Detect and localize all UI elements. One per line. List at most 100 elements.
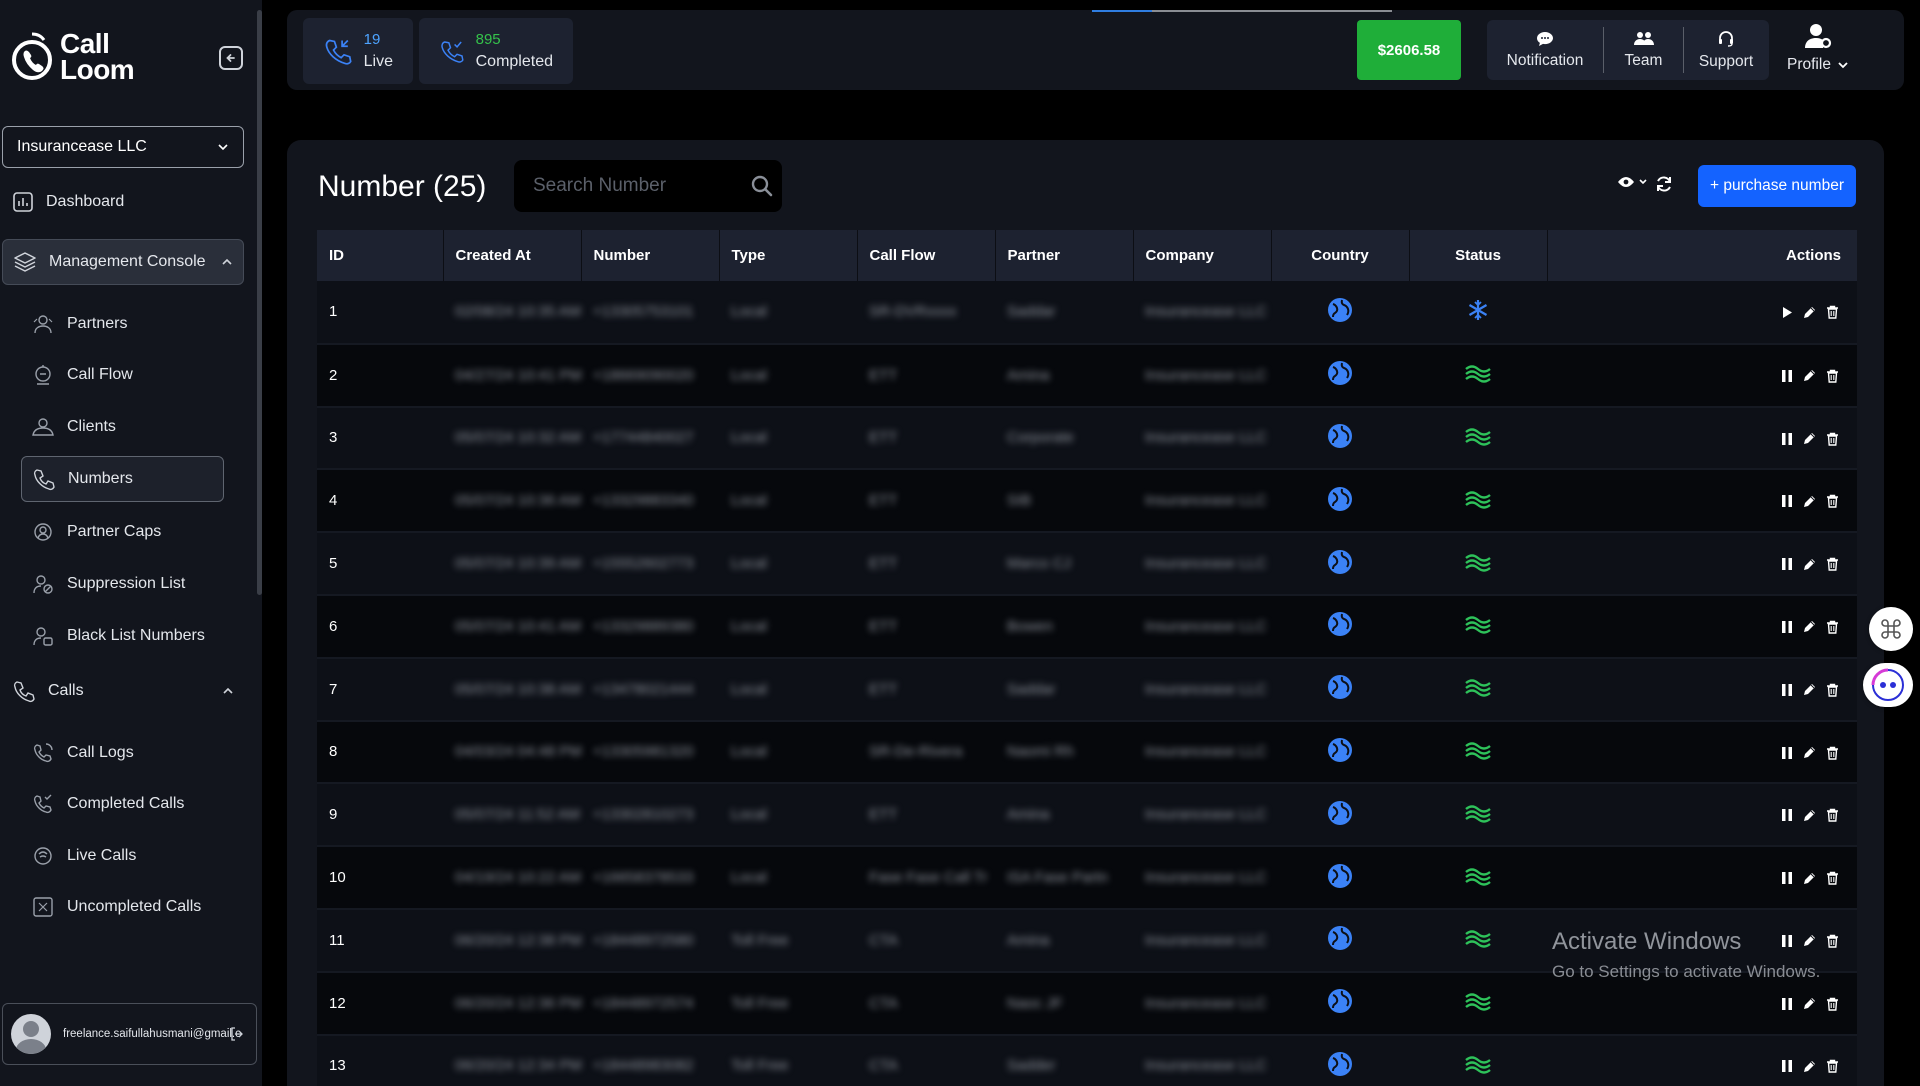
edit-icon[interactable] [1802,557,1817,572]
nav-call-flow[interactable]: Call Flow [31,363,133,387]
assistant-fab-button[interactable] [1863,663,1913,707]
column-header[interactable]: Country [1271,230,1410,281]
edit-icon[interactable] [1802,996,1817,1011]
column-header[interactable]: Created At [443,230,582,281]
delete-icon[interactable] [1826,557,1839,571]
delete-icon[interactable] [1826,369,1839,383]
suppression-list-icon [33,575,53,594]
pause-icon[interactable] [1781,746,1793,760]
pause-icon[interactable] [1781,432,1793,446]
cell-number: +13329889380 [581,594,719,659]
column-visibility-toggle[interactable] [1617,176,1648,188]
delete-icon[interactable] [1826,683,1839,697]
nav-completed-calls[interactable]: Completed Calls [31,792,184,816]
nav-group-calls[interactable]: Calls [2,668,244,714]
column-header[interactable]: Status [1409,230,1548,281]
pause-icon[interactable] [1781,620,1793,634]
call-flow-icon [35,365,51,385]
delete-icon[interactable] [1826,432,1839,446]
notification-button[interactable]: Notification [1487,20,1603,80]
cell-partner-value: Naoc JF [1007,994,1063,1012]
edit-icon[interactable] [1802,494,1817,509]
table-row[interactable]: 8 04/03/24 04:48 PM +13305981320 Local SR-De… [317,720,1857,785]
delete-icon[interactable] [1826,1059,1839,1074]
edit-icon[interactable] [1802,305,1817,320]
completed-calls-stat[interactable]: 895 Completed [419,18,573,84]
table-row[interactable]: 5 05/07/24 10:39 AM +15552602773 Local ETT Ma… [317,532,1857,596]
table-row[interactable]: 1 02/08/24 10:35 AM +13305753101 Local SR-DV… [317,281,1857,345]
play-icon[interactable] [1781,306,1793,319]
table-row[interactable]: 13 06/20/24 12:34 PM +18448983082 Toll Free… [317,1034,1857,1086]
edit-icon[interactable] [1802,871,1817,886]
user-card[interactable]: freelance.saifullahusmani@gmail.com [2,1003,257,1065]
pause-icon[interactable] [1781,494,1793,508]
company-select[interactable]: Insurancease LLC [2,126,244,168]
nav-group-management-console[interactable]: Management Console [2,239,244,285]
nav-partners[interactable]: Partners [31,312,127,336]
delete-icon[interactable] [1826,808,1839,822]
live-calls-stat[interactable]: 19 Live [303,18,413,84]
delete-icon[interactable] [1826,305,1839,320]
nav-live-calls[interactable]: Live Calls [31,844,136,868]
collapse-sidebar-button[interactable] [219,46,243,70]
column-header[interactable]: ID [317,230,444,281]
search-input[interactable] [514,160,744,212]
table-row[interactable]: 2 04/27/24 10:41 PM +18669090020 Local ETT Am… [317,343,1857,408]
balance-button[interactable]: $2606.58 [1357,20,1461,80]
table-row[interactable]: 7 05/07/24 10:38 AM +13478021444 Local ETT Sa… [317,657,1857,722]
table-row[interactable]: 10 04/19/24 10:22 AM +16658378533 Local Fase… [317,846,1857,910]
pause-icon[interactable] [1781,557,1793,571]
profile-menu[interactable]: Profile [1787,22,1849,74]
support-button[interactable]: Support [1684,20,1768,80]
phone-icon [13,681,35,703]
search-box[interactable] [514,160,782,212]
table-row[interactable]: 3 05/07/24 10:32 AM +17744840027 Local ETT Co… [317,406,1857,471]
table-row[interactable]: 9 05/07/24 11:52 AM +13302810273 Local ETT Am… [317,783,1857,848]
nav-numbers[interactable]: Numbers [21,456,224,502]
edit-icon[interactable] [1802,1059,1817,1074]
nav-dashboard[interactable]: Dashboard [12,191,124,213]
brand-logo[interactable]: Call Loom [10,30,135,84]
column-header[interactable]: Number [581,230,720,281]
search-icon[interactable] [751,175,773,197]
edit-icon[interactable] [1802,682,1817,697]
nav-black-list-numbers[interactable]: Black List Numbers [31,624,205,648]
edit-icon[interactable] [1802,368,1817,383]
table-row[interactable]: 6 05/07/24 10:41 AM +13329889380 Local ETT Bo… [317,594,1857,659]
column-header[interactable]: Call Flow [857,230,996,281]
nav-call-logs[interactable]: Call Logs [31,741,134,765]
nav-suppression-list[interactable]: Suppression List [31,572,185,596]
column-header[interactable]: Company [1133,230,1272,281]
cell-status [1409,846,1547,910]
column-header[interactable]: Partner [995,230,1134,281]
delete-icon[interactable] [1826,871,1839,885]
pause-icon[interactable] [1781,871,1793,885]
team-button[interactable]: Team [1604,20,1683,80]
pause-icon[interactable] [1781,683,1793,697]
sidebar-scroll-thumb[interactable] [257,10,262,595]
apps-fab-button[interactable] [1869,607,1913,651]
delete-icon[interactable] [1826,934,1839,948]
nav-clients[interactable]: Clients [31,415,116,439]
delete-icon[interactable] [1826,997,1839,1011]
purchase-number-button[interactable]: + purchase number [1698,165,1856,207]
edit-icon[interactable] [1802,431,1817,446]
table-row[interactable]: 4 05/07/24 10:36 AM +13329883340 Local ETT SI… [317,469,1857,534]
edit-icon[interactable] [1802,745,1817,760]
pause-icon[interactable] [1781,369,1793,383]
edit-icon[interactable] [1802,619,1817,634]
nav-uncompleted-calls[interactable]: Uncompleted Calls [31,895,201,919]
pause-icon[interactable] [1781,1059,1793,1073]
logout-icon[interactable] [229,1026,245,1042]
refresh-icon[interactable] [1654,174,1674,194]
delete-icon[interactable] [1826,746,1839,760]
cell-created-at: 05/07/24 10:32 AM [443,406,581,471]
nav-partner-caps[interactable]: Partner Caps [31,520,161,544]
pause-icon[interactable] [1781,997,1793,1011]
delete-icon[interactable] [1826,494,1839,509]
edit-icon[interactable] [1802,808,1817,823]
pause-icon[interactable] [1781,808,1793,822]
column-header[interactable]: Type [719,230,858,281]
cell-created-at: 04/27/24 10:41 PM [443,343,581,408]
delete-icon[interactable] [1826,620,1839,634]
